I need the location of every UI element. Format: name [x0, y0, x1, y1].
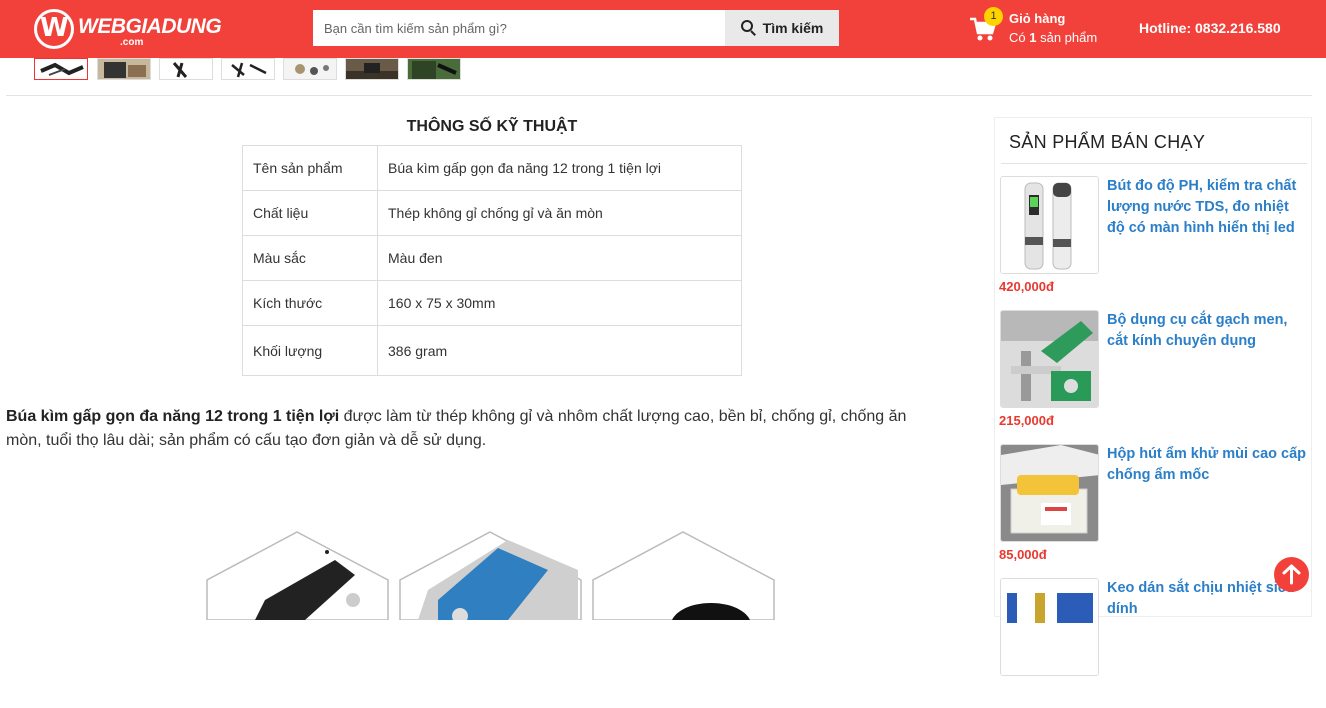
product-image-3: [592, 531, 775, 620]
product-image-2: [399, 531, 582, 620]
spec-key: Màu sắc: [242, 235, 378, 281]
hotline[interactable]: Hotline: 0832.216.580: [1139, 20, 1281, 36]
product-name[interactable]: Bút đo độ PH, kiểm tra chất lượng nước T…: [1107, 176, 1309, 239]
list-item[interactable]: Bút đo độ PH, kiểm tra chất lượng nước T…: [999, 176, 1309, 306]
thumbnail-2[interactable]: [97, 58, 151, 80]
logo-subtext: .com: [120, 37, 144, 48]
thumbnail-1[interactable]: [34, 58, 88, 80]
search-button[interactable]: Tìm kiếm: [725, 10, 839, 46]
table-row: Màu sắc Màu đen: [242, 235, 742, 281]
product-name-bold: Búa kìm gấp gọn đa năng 12 trong 1 tiện …: [6, 408, 340, 425]
spec-value: Búa kìm gấp gọn đa năng 12 trong 1 tiện …: [377, 145, 742, 191]
search-button-label: Tìm kiếm: [762, 20, 824, 36]
cart-widget[interactable]: 1 Giỏ hàng Có 1 sản phẩm: [968, 7, 1118, 50]
table-row: Chất liệu Thép không gỉ chống gỉ và ăn m…: [242, 190, 742, 236]
product-thumbnail[interactable]: [1000, 176, 1099, 274]
spec-key: Tên sản phẩm: [242, 145, 378, 191]
cart-count-text: Có 1 sản phẩm: [1009, 30, 1098, 45]
thumbnail-4[interactable]: [221, 58, 275, 80]
cart-title: Giỏ hàng: [1009, 11, 1066, 26]
spec-value: 386 gram: [377, 325, 742, 376]
spec-table: Tên sản phẩm Búa kìm gấp gọn đa năng 12 …: [242, 145, 742, 376]
logo-text: WEBGIADUNG: [78, 15, 222, 38]
spec-title: THÔNG SỐ KỸ THUẬT: [406, 118, 578, 135]
thumbnail-3[interactable]: [159, 58, 213, 80]
product-price: 85,000đ: [999, 547, 1047, 562]
list-item[interactable]: Hộp hút ẩm khử mùi cao cấp chống ẩm mốc …: [999, 444, 1309, 574]
site-logo[interactable]: W WEBGIADUNG .com: [34, 9, 244, 49]
spec-key: Chất liệu: [242, 190, 378, 236]
search-input[interactable]: [313, 10, 725, 46]
spec-key: Kích thước: [242, 280, 378, 326]
spec-value: Thép không gỉ chống gỉ và ăn mòn: [377, 190, 742, 236]
thumbnail-5[interactable]: [283, 58, 337, 80]
spec-key: Khối lượng: [242, 325, 378, 376]
list-item[interactable]: Keo dán sắt chịu nhiệt siêu dính: [999, 578, 1309, 708]
thumbnail-7[interactable]: [407, 58, 461, 80]
scroll-top-button[interactable]: [1274, 557, 1309, 592]
product-price: 420,000đ: [999, 279, 1054, 294]
product-description: Búa kìm gấp gọn đa năng 12 trong 1 tiện …: [6, 405, 946, 453]
section-divider: [6, 95, 1312, 96]
product-thumbnail[interactable]: [1000, 578, 1099, 676]
site-header: W WEBGIADUNG .com Tìm kiếm 1 Giỏ hàng Có…: [0, 0, 1326, 58]
sidebar-divider: [1001, 163, 1307, 164]
search-icon: [740, 20, 757, 36]
arrow-up-icon: [1282, 564, 1301, 585]
list-item[interactable]: Bộ dụng cụ cắt gạch men, cắt kính chuyên…: [999, 310, 1309, 440]
spec-value: Màu đen: [377, 235, 742, 281]
product-price: 215,000đ: [999, 413, 1054, 428]
product-name[interactable]: Bộ dụng cụ cắt gạch men, cắt kính chuyên…: [1107, 310, 1309, 352]
product-image-1: [206, 531, 389, 620]
search-bar: Tìm kiếm: [313, 10, 839, 46]
table-row: Kích thước 160 x 75 x 30mm: [242, 280, 742, 326]
product-thumbnail[interactable]: [1000, 310, 1099, 408]
product-thumbnail[interactable]: [1000, 444, 1099, 542]
product-name[interactable]: Hộp hút ẩm khử mùi cao cấp chống ẩm mốc: [1107, 444, 1309, 486]
spec-value: 160 x 75 x 30mm: [377, 280, 742, 326]
sidebar-title: SẢN PHẨM BÁN CHẠY: [1009, 132, 1206, 152]
thumbnail-6[interactable]: [345, 58, 399, 80]
table-row: Tên sản phẩm Búa kìm gấp gọn đa năng 12 …: [242, 145, 742, 191]
table-row: Khối lượng 386 gram: [242, 325, 742, 376]
best-sellers-sidebar: SẢN PHẨM BÁN CHẠY Bút đo độ PH, kiểm tra…: [994, 117, 1312, 676]
cart-count-badge: 1: [984, 7, 1003, 26]
